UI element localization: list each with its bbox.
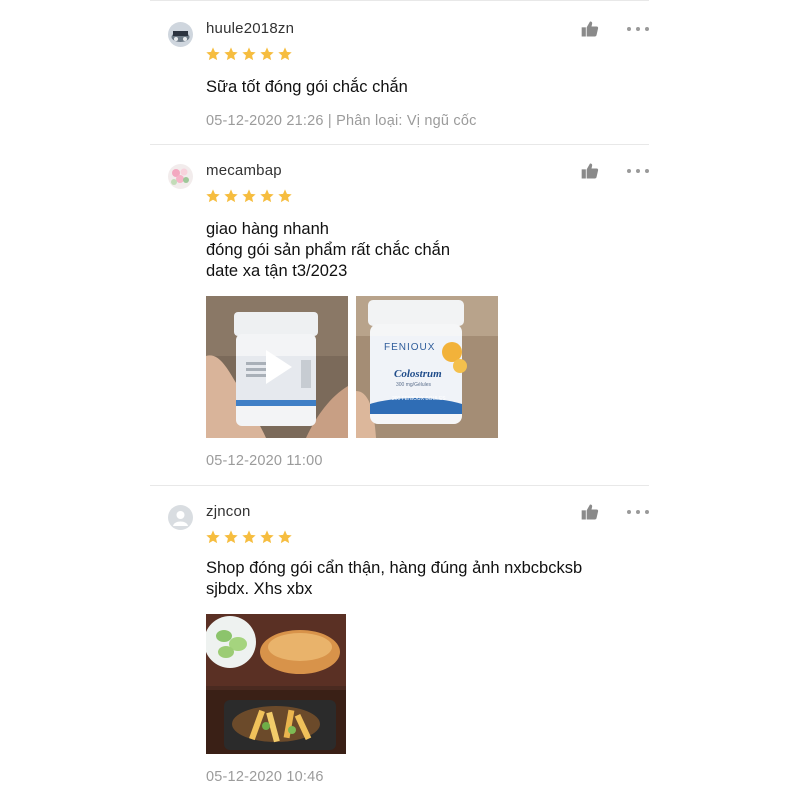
star-rating [205,529,293,545]
thumbs-up-icon[interactable] [580,502,600,522]
star-icon [278,530,292,544]
product-brand: FENIOUX [384,342,436,353]
review-comment: Shop đóng gói cẩn thận, hàng đúng ảnh nx… [206,559,583,598]
product-name: Colostrum [394,368,442,380]
review-item: zjncon Shop đóng gói cẩn thận, hàng đúng… [150,485,649,800]
review-image-thumbnail[interactable] [206,614,346,754]
product-subtitle: 300 mg/Gélules [396,382,432,388]
review-item: mecambap giao hàng nhanh đóng gói sản ph… [150,144,649,485]
review-video-thumbnail[interactable] [206,296,348,438]
username[interactable]: huule2018zn [206,20,294,37]
star-icon [224,530,238,544]
more-dots-icon[interactable] [627,161,649,181]
star-icon [206,47,220,61]
username[interactable]: mecambap [206,162,282,179]
star-icon [260,47,274,61]
review-comment: giao hàng nhanh đóng gói sản phẩm rất ch… [206,220,450,280]
star-icon [242,189,256,203]
star-icon [224,189,238,203]
divider [150,0,649,1]
star-icon [206,189,220,203]
avatar[interactable] [168,505,193,530]
review-meta: 05-12-2020 11:00 [206,453,323,469]
star-icon [242,530,256,544]
username[interactable]: zjncon [206,503,251,520]
thumbs-up-icon[interactable] [580,161,600,181]
thumbs-up-icon[interactable] [580,19,600,39]
star-rating [205,188,293,204]
star-icon [260,189,274,203]
more-dots-icon[interactable] [627,19,649,39]
avatar[interactable] [168,22,193,47]
star-icon [278,47,292,61]
review-variation: | Phân loại: Vị ngũ cốc [327,113,477,129]
review-date: 05-12-2020 10:46 [206,769,324,785]
star-icon [224,47,238,61]
review-comment: Sữa tốt đóng gói chắc chắn [206,78,408,96]
review-item: huule2018zn Sữa tốt đóng gói chắc chắn 0… [150,2,649,144]
more-dots-icon[interactable] [627,502,649,522]
review-image-thumbnail[interactable]: FENIOUX Colostrum 300 mg/Gélules 200 FEN… [356,296,498,438]
review-meta: 05-12-2020 21:26 | Phân loại: Vị ngũ cốc [206,113,477,129]
star-icon [242,47,256,61]
star-icon [278,189,292,203]
product-caption: 200 FENIOUX BOULES [392,396,446,402]
review-meta: 05-12-2020 10:46 [206,769,324,785]
star-rating [205,46,293,62]
review-date: 05-12-2020 11:00 [206,453,323,469]
avatar[interactable] [168,164,193,189]
star-icon [206,530,220,544]
review-date: 05-12-2020 21:26 [206,113,324,129]
star-icon [260,530,274,544]
